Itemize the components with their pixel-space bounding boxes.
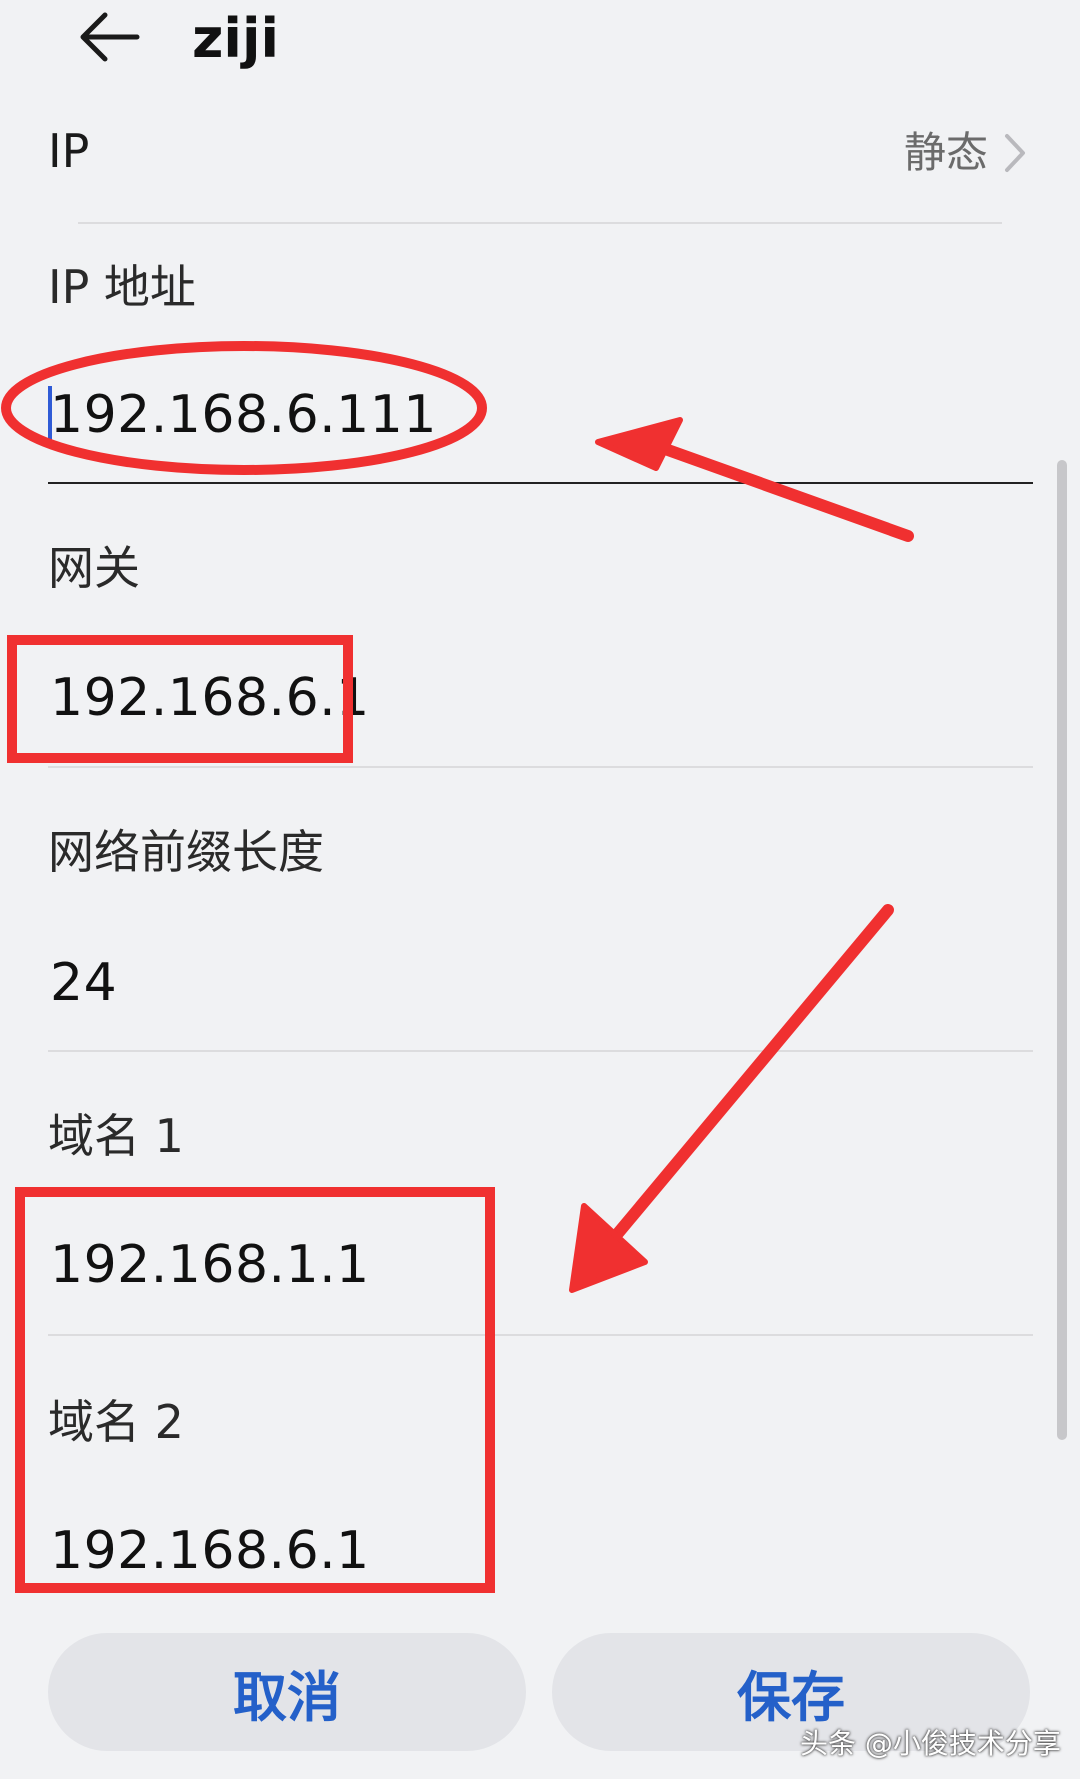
gateway-label: 网关 bbox=[48, 541, 140, 595]
annotation-arrowhead-lower bbox=[569, 1203, 648, 1293]
chevron-right-icon bbox=[1005, 134, 1025, 172]
scrollbar[interactable] bbox=[1057, 460, 1067, 1440]
dns2-input[interactable]: 192.168.6.1 bbox=[50, 1518, 370, 1584]
ip-mode-value-group: 静态 bbox=[904, 123, 1028, 183]
dns1-label: 域名 1 bbox=[48, 1109, 184, 1163]
ip-address-label: IP 地址 bbox=[48, 260, 196, 314]
dns2-label: 域名 2 bbox=[48, 1395, 184, 1449]
ip-mode-row[interactable]: IP 静态 bbox=[48, 115, 1028, 195]
ip-mode-value: 静态 bbox=[903, 128, 988, 177]
divider bbox=[48, 766, 1033, 768]
ip-address-underline bbox=[48, 482, 1033, 484]
dns1-input[interactable]: 192.168.1.1 bbox=[50, 1232, 370, 1298]
text-cursor bbox=[48, 386, 52, 440]
annotation-arrow-lower bbox=[598, 904, 894, 1256]
ip-address-input[interactable]: 192.168.6.111 bbox=[50, 382, 437, 448]
top-bar: ziji bbox=[0, 0, 1080, 100]
watermark: 头条 @小俊技术分享 bbox=[800, 1727, 1061, 1760]
divider bbox=[48, 1334, 1033, 1336]
page-title: ziji bbox=[192, 7, 279, 70]
cancel-button[interactable]: 取消 bbox=[48, 1633, 526, 1751]
prefix-length-input[interactable]: 24 bbox=[50, 950, 117, 1016]
arrow-left-icon bbox=[80, 12, 140, 62]
gateway-input[interactable]: 192.168.6.1 bbox=[50, 665, 370, 731]
back-button[interactable] bbox=[70, 2, 150, 72]
annotation-arrowhead-upper bbox=[595, 417, 683, 471]
divider bbox=[78, 222, 1002, 224]
ip-mode-label: IP bbox=[48, 124, 90, 178]
prefix-length-label: 网络前缀长度 bbox=[48, 825, 324, 879]
divider bbox=[48, 1050, 1033, 1052]
network-settings-screen: ziji IP 静态 IP 地址 192.168.6.111 网关 192.16… bbox=[0, 0, 1080, 1779]
annotation-arrow-upper bbox=[634, 434, 914, 542]
